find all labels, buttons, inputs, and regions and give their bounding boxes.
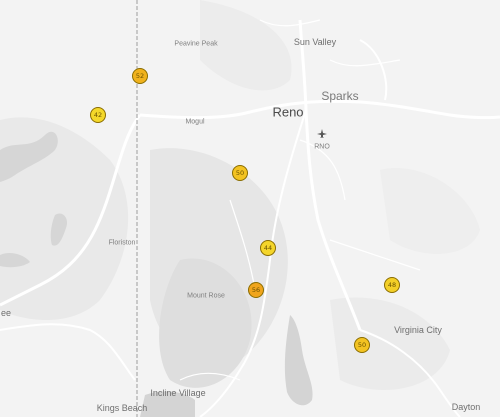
terrain-basemap xyxy=(0,0,500,417)
marker-value: 44 xyxy=(263,244,273,252)
marker-value: 50 xyxy=(357,341,367,349)
sensor-marker[interactable]: 50 xyxy=(354,337,370,353)
sensor-marker[interactable]: 52 xyxy=(132,68,148,84)
sensor-marker[interactable]: 56 xyxy=(248,282,264,298)
map-canvas[interactable]: Peavine Peak Sun Valley Reno Sparks Mogu… xyxy=(0,0,500,417)
marker-value: 42 xyxy=(93,111,103,119)
sensor-marker[interactable]: 42 xyxy=(90,107,106,123)
sensor-marker[interactable]: 48 xyxy=(384,277,400,293)
airport-icon xyxy=(317,126,327,144)
marker-value: 56 xyxy=(251,286,261,294)
sensor-marker[interactable]: 44 xyxy=(260,240,276,256)
marker-value: 48 xyxy=(387,281,397,289)
marker-value: 52 xyxy=(135,72,145,80)
sensor-marker[interactable]: 50 xyxy=(232,165,248,181)
marker-value: 50 xyxy=(235,169,245,177)
